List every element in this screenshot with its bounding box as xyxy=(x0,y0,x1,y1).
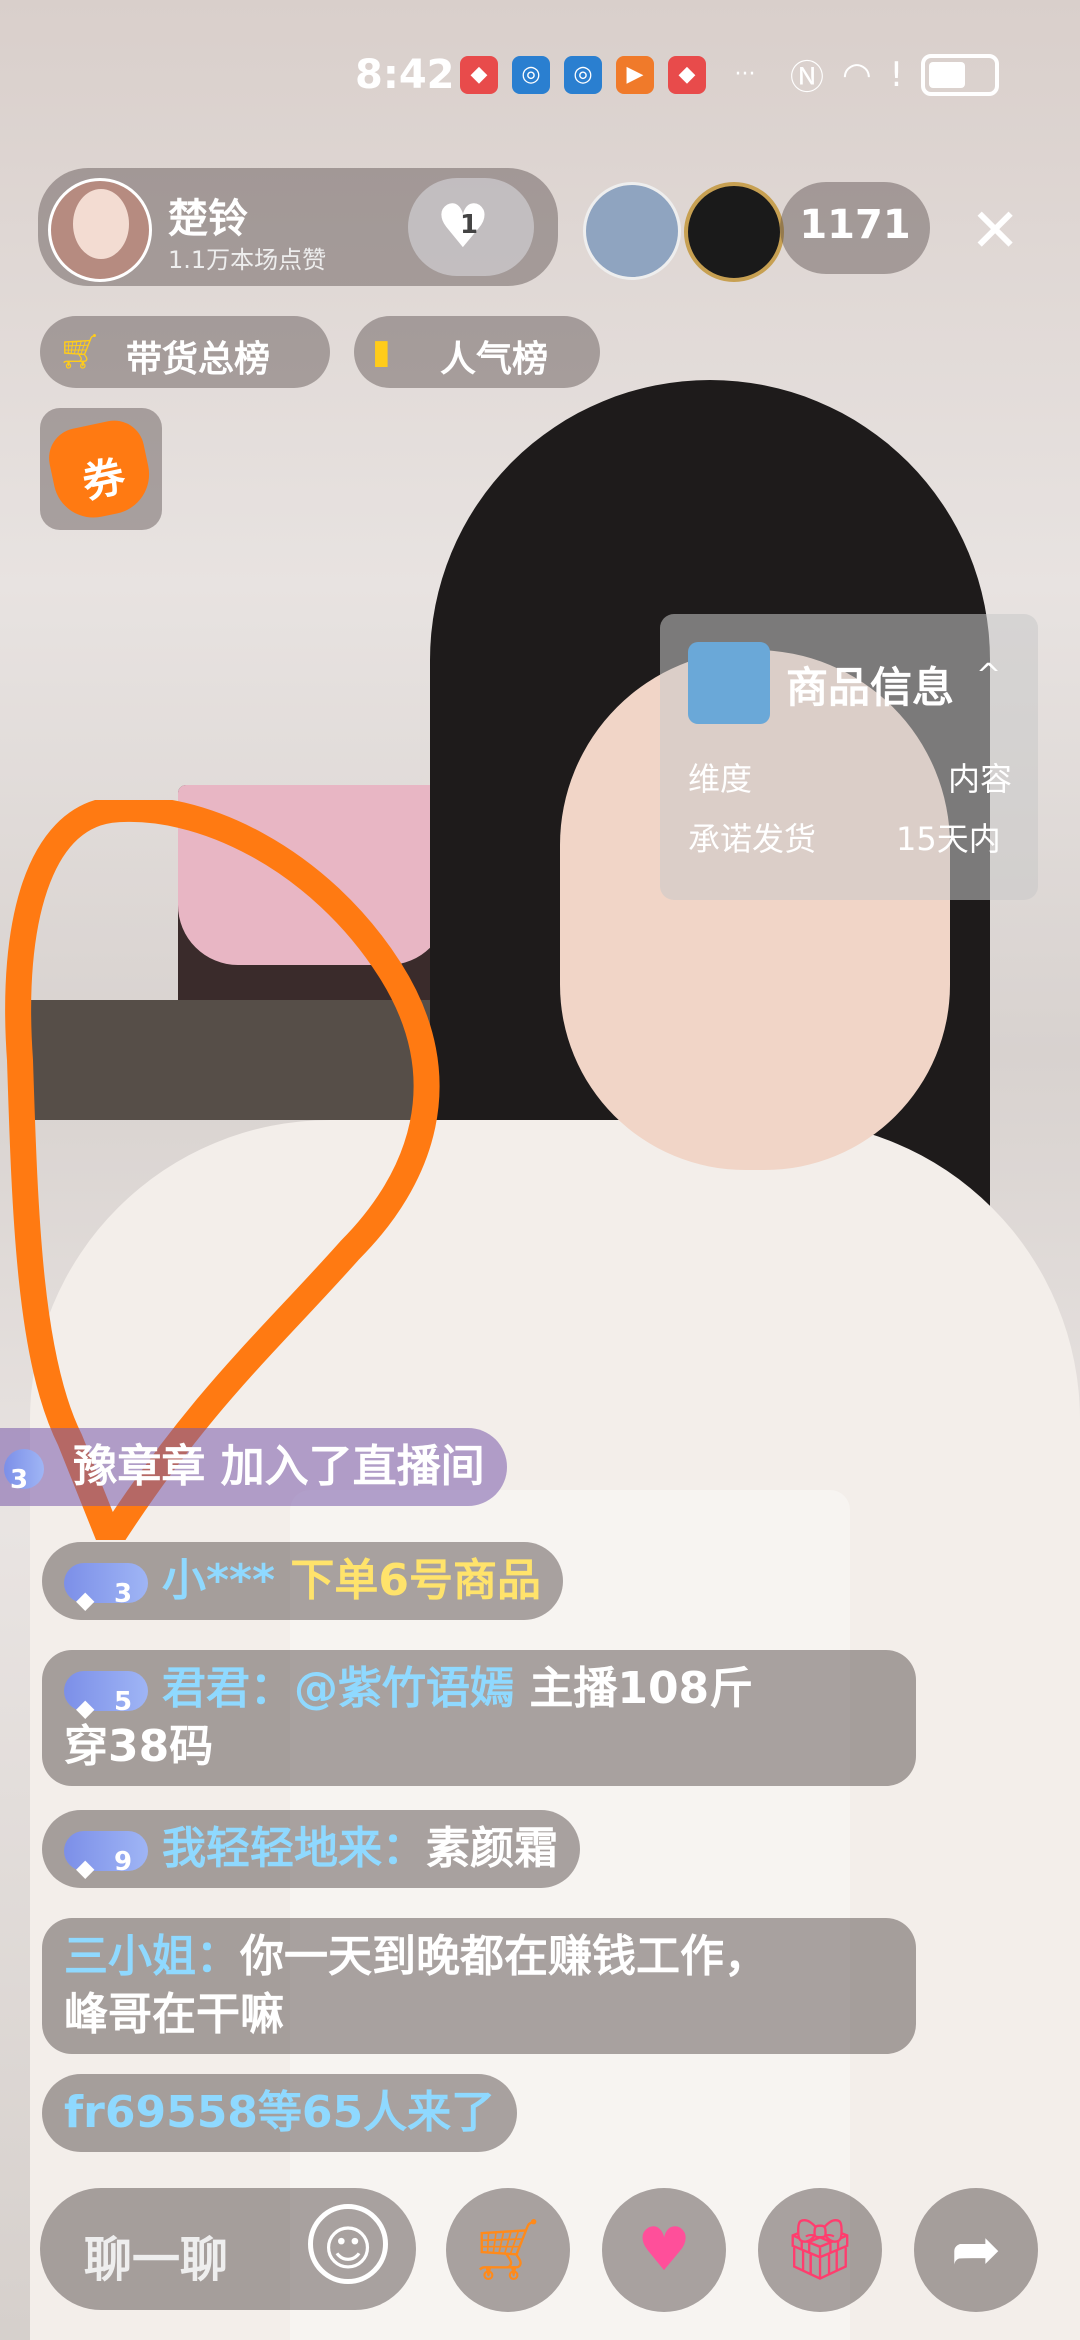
like-button[interactable]: ♥ xyxy=(602,2188,726,2312)
close-icon[interactable]: ✕ xyxy=(970,196,1020,266)
shopping-cart-button[interactable]: 🛒︎ xyxy=(446,2188,570,2312)
globe-icon: ◎ xyxy=(564,56,602,94)
arrival-notice: fr69558等65人来了 xyxy=(42,2074,518,2152)
arrival-text: fr69558等65人来了 xyxy=(64,2087,496,2138)
join-badge: 3 xyxy=(4,1449,44,1495)
diamond-icon: ◆ xyxy=(76,1694,95,1722)
product-col1-header: 维度 xyxy=(688,760,753,798)
chat-username: 小*** xyxy=(162,1555,276,1606)
chat-text: 素颜霜 xyxy=(426,1823,558,1874)
chat-message[interactable]: ◆ 5 君君：@紫竹语嫣 主播108斤 穿38码 xyxy=(42,1650,916,1786)
huawei-icon: ◆ xyxy=(668,56,706,94)
notification-icons: ◆ ◎ ◎ ▶ ◆ ··· xyxy=(460,56,770,94)
heart-icon: ♥ xyxy=(637,2215,691,2285)
chat-text-cont: 峰哥在干嘛 xyxy=(64,1989,284,2040)
follow-heart-button[interactable]: ♥ 1 xyxy=(408,178,534,276)
gift-button[interactable]: 🎁︎ xyxy=(758,2188,882,2312)
product-thumbnail xyxy=(688,642,770,724)
share-icon: ➦ xyxy=(950,2215,1002,2285)
bar-chart-icon: ▮ xyxy=(372,332,391,372)
video-icon: ▶ xyxy=(616,56,654,94)
chat-text: 下单6号商品 xyxy=(290,1555,541,1606)
level-badge: ◆ 3 xyxy=(64,1563,148,1614)
join-text: 加入了直播间 xyxy=(220,1441,485,1492)
product-row-value: 15天内 xyxy=(896,820,1001,858)
emoji-icon[interactable]: ☺ xyxy=(308,2204,388,2284)
wifi-icon: ◠ xyxy=(842,54,872,95)
host-name: 楚铃 xyxy=(168,196,248,242)
alert-icon: ! xyxy=(889,54,904,95)
heart-count: 1 xyxy=(460,210,479,240)
globe-icon: ◎ xyxy=(512,56,550,94)
nfc-icon: Ⓝ xyxy=(790,58,824,98)
sales-rank-button[interactable]: 🛒︎ 带货总榜 xyxy=(40,316,330,388)
chat-text: 你一天到晚都在赚钱工作， xyxy=(240,1931,768,1982)
level-badge: ◆ 5 xyxy=(64,1671,148,1722)
more-icon: ··· xyxy=(734,62,756,87)
coupon-button[interactable]: 券 xyxy=(40,408,162,530)
product-row-key: 承诺发货 xyxy=(688,820,817,858)
viewer-avatar[interactable] xyxy=(684,182,784,282)
share-button[interactable]: ➦ xyxy=(914,2188,1038,2312)
gift-icon: 🎁︎ xyxy=(781,2215,859,2285)
viewer-avatar[interactable] xyxy=(583,182,681,280)
chat-text: 主播108斤 xyxy=(529,1663,754,1714)
chevron-up-icon[interactable]: ^ xyxy=(976,658,1001,693)
battery-icon xyxy=(921,53,1000,96)
host-likes: 1.1万本场点赞 xyxy=(168,246,327,274)
viewer-count: 1171 xyxy=(799,202,911,248)
product-info-title: 商品信息 xyxy=(786,663,955,712)
chat-username: 三小姐： xyxy=(64,1931,240,1982)
huawei-icon: ◆ xyxy=(460,56,498,94)
popularity-rank-button[interactable]: ▮ 人气榜 xyxy=(354,316,600,388)
chat-message[interactable]: ◆ 9 我轻轻地来：素颜霜 xyxy=(42,1810,580,1888)
diamond-icon: ◆ xyxy=(76,1586,95,1614)
clock: 8:42 xyxy=(355,52,455,98)
diamond-icon: ◆ xyxy=(76,1854,95,1882)
shopping-cart-icon: 🛒︎ xyxy=(469,2215,547,2285)
join-user: 豫章章 xyxy=(73,1441,206,1492)
viewer-count-button[interactable]: 1171 xyxy=(780,182,930,274)
chat-username: 我轻轻地来： xyxy=(162,1823,426,1874)
sales-rank-label: 带货总榜 xyxy=(126,339,271,380)
chat-input[interactable]: 聊一聊 ☺ xyxy=(40,2188,416,2310)
product-info-card[interactable]: 商品信息 ^ 维度 内容 承诺发货 15天内 xyxy=(660,614,1038,900)
level-badge: ◆ 9 xyxy=(64,1831,148,1882)
chat-username: 君君： xyxy=(162,1663,294,1714)
host-avatar[interactable] xyxy=(48,178,152,282)
product-col2-header: 内容 xyxy=(948,760,1013,798)
cart-icon: 🛒︎ xyxy=(58,332,102,372)
chat-mention[interactable]: @紫竹语嫣 xyxy=(294,1663,514,1714)
chat-message[interactable]: 三小姐：你一天到晚都在赚钱工作， 峰哥在干嘛 xyxy=(42,1918,916,2054)
chat-message[interactable]: ◆ 3 小*** 下单6号商品 xyxy=(42,1542,563,1620)
chat-placeholder: 聊一聊 xyxy=(84,2232,229,2288)
join-notice: 3 豫章章 加入了直播间 xyxy=(0,1428,507,1506)
popularity-rank-label: 人气榜 xyxy=(440,339,549,380)
system-icons: Ⓝ ◠ ! xyxy=(790,50,1000,99)
status-bar: 8:42 ◆ ◎ ◎ ▶ ◆ ··· Ⓝ ◠ ! xyxy=(0,0,1080,150)
